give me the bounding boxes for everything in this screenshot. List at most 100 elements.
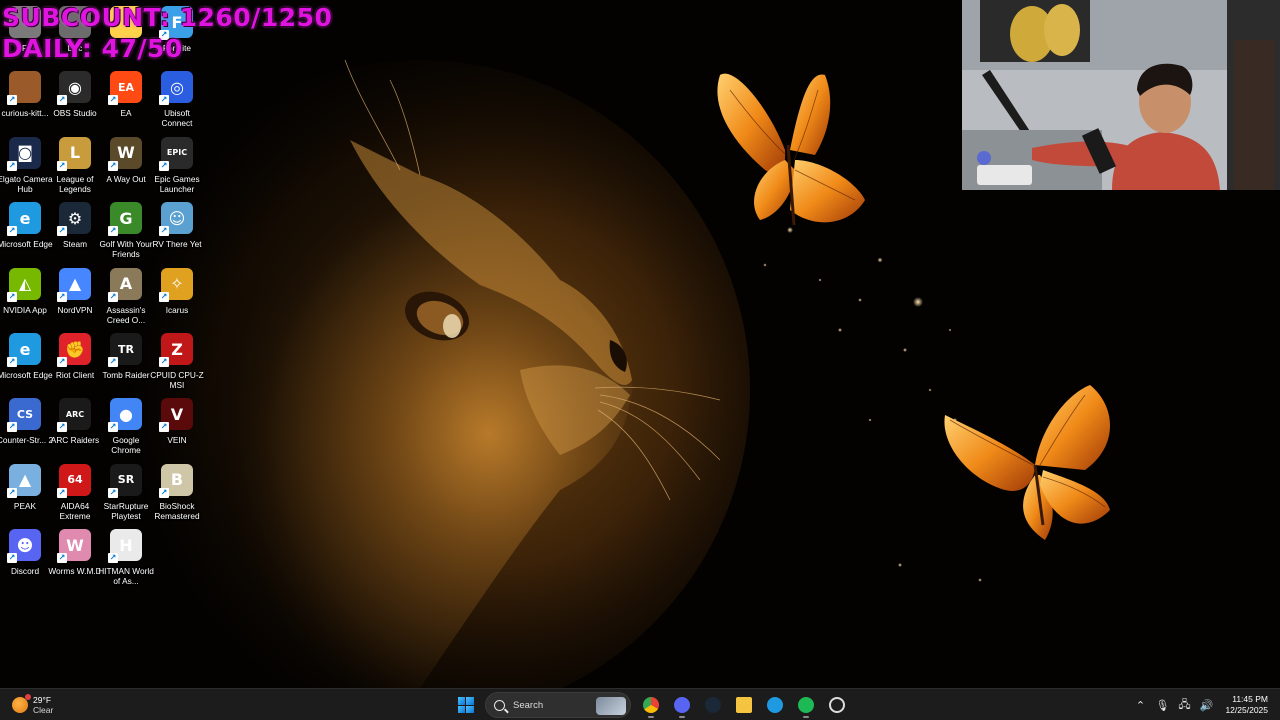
webcam-overlay [962,0,1280,190]
desktop-icon-label: Riot Client [55,370,95,380]
desktop-icon-label: A Way Out [106,173,146,184]
counter-strike-icon: CS ↗ [7,398,41,433]
discord-icon: ☻ ↗ [7,529,41,564]
shortcut-arrow-icon: ↗ [159,160,169,171]
weather-widget[interactable]: 29°F Clear [12,693,53,717]
desktop-icon[interactable]: ☺ ↗ RV There Yet [150,202,204,249]
desktop-icon[interactable]: V ↗ VEIN [150,398,204,445]
edge-icon [766,697,783,713]
shortcut-arrow-icon: ↗ [57,160,67,171]
taskbar-spotify-button[interactable] [793,692,819,718]
desktop-icon[interactable]: ✧ ↗ Icarus [150,267,204,315]
desktop-icon[interactable]: A ↗ Assassin's Creed O... [99,267,153,325]
desktop-icon[interactable]: e ↗ Microsoft Edge [0,202,53,249]
start-button[interactable] [453,692,479,718]
desktop-icon[interactable]: EA ↗ EA [99,71,153,118]
clock-date: 12/25/2025 [1225,705,1268,715]
desktop-icon[interactable]: TR ↗ Tomb Raider [99,333,153,380]
chrome-icon: ● ↗ [108,398,142,433]
rv-there-yet-icon: ☺ ↗ [159,202,193,237]
taskbar-steam-button[interactable] [700,692,726,718]
network-icon[interactable]: 🖧 [1173,694,1195,716]
ubisoft-icon: ◎ ↗ [159,71,193,106]
shortcut-arrow-icon: ↗ [159,487,169,498]
steam-icon: ⚙ ↗ [57,202,91,237]
taskbar-edge-button[interactable] [762,692,788,718]
desktop-icon-label: EA [120,108,132,119]
desktop-icon[interactable]: ⚙ ↗ Steam [48,202,102,249]
desktop-icon[interactable]: ↗ curious-kitt... [0,71,52,118]
shortcut-arrow-icon: ↗ [57,226,67,237]
taskbar-chrome-button[interactable] [638,692,664,718]
desktop-icon[interactable]: W ↗ A Way Out [99,136,153,184]
desktop-icon[interactable]: ◙ ↗ Elgato Camera Hub [0,136,53,194]
subcount-overlay: SUBCOUNT: 1260/1250 [2,3,333,32]
chevron-up-icon[interactable]: ⌃ [1129,694,1151,716]
desktop-icon[interactable]: G ↗ Golf With Your Friends [99,202,153,259]
clock-time: 11:45 PM [1232,694,1268,704]
shortcut-arrow-icon: ↗ [7,291,17,302]
system-tray: ⌃ 🎙 🖧 🔊 11:45 PM 12/25/2025 [1129,689,1280,720]
taskbar-clock[interactable]: 11:45 PM 12/25/2025 [1217,694,1280,716]
steam-icon [704,697,721,713]
desktop-icon[interactable]: ◎ ↗ Ubisoft Connect [150,71,204,128]
desktop-icon[interactable]: ARC ↗ ARC Raiders [48,398,102,445]
taskbar: 29°F Clear Search ⌃ 🎙 🖧 🔊 11:45 PM 12/25… [0,688,1280,720]
desktop-icon[interactable]: ◉ ↗ OBS Studio [48,71,102,118]
desktop-icon[interactable]: ☻ ↗ Discord [0,529,52,576]
search-icon [494,699,505,711]
desktop-icon-label: Worms W.M.D [48,566,102,577]
volume-icon[interactable]: 🔊 [1195,694,1217,716]
weather-temperature: 29°F [33,695,52,705]
epic-games-icon: EPIC ↗ [159,136,193,171]
desktop-icon[interactable]: ◭ ↗ NVIDIA App [0,267,52,315]
desktop-icon[interactable]: L ↗ League of Legends [48,136,102,194]
assassins-creed-icon: A ↗ [108,267,142,302]
shortcut-arrow-icon: ↗ [7,160,17,171]
desktop-icon[interactable]: W ↗ Worms W.M.D [48,529,102,576]
desktop-icon-label: Golf With Your Friends [99,239,153,260]
pinned-apps [635,692,852,718]
desktop-icon[interactable]: ● ↗ Google Chrome [99,398,153,455]
arc-raiders-icon: ARC ↗ [57,398,91,433]
desktop-icon-label: StarRupture Playtest [103,500,149,521]
spotify-icon [797,697,814,713]
microphone-icon[interactable]: 🎙 [1151,694,1173,716]
desktop-icon[interactable]: EPIC ↗ Epic Games Launcher [150,136,204,194]
taskbar-discord-button[interactable] [669,692,695,718]
desktop-icon[interactable]: ✊ ↗ Riot Client [48,333,102,380]
shortcut-arrow-icon: ↗ [7,95,17,106]
desktop-icon[interactable]: CS ↗ Counter-Str... 2 [0,398,53,445]
weather-condition: Clear [33,705,54,715]
desktop-icon-label: Steam [63,239,87,250]
obs-icon: ◉ ↗ [57,71,91,106]
shortcut-arrow-icon: ↗ [108,226,118,237]
taskbar-file-explorer-button[interactable] [731,692,757,718]
desktop-icon[interactable]: Z ↗ CPUID CPU-Z MSI [150,333,204,390]
desktop-icon-label: Ubisoft Connect [161,108,193,129]
desktop-icon[interactable]: ▲ ↗ PEAK [0,463,52,511]
shortcut-arrow-icon: ↗ [108,422,118,433]
desktop-icon-label: League of Legends [56,173,94,194]
shortcut-arrow-icon: ↗ [159,226,169,237]
riot-client-icon: ✊ ↗ [57,333,91,367]
shortcut-arrow-icon: ↗ [57,291,67,302]
desktop-icon[interactable]: 64 ↗ AIDA64 Extreme [48,463,102,521]
desktop-icon[interactable]: SR ↗ StarRupture Playtest [99,463,153,521]
taskbar-search-box[interactable]: Search [485,692,631,718]
desktop-icon[interactable]: B ↗ BioShock Remastered [150,463,204,521]
taskbar-obs-button[interactable] [824,692,850,718]
desktop-icon[interactable]: ▲ ↗ NordVPN [48,267,102,315]
vein-icon: V ↗ [159,398,193,433]
desktop-icon-label: HITMAN World of As... [98,566,154,587]
desktop-icon[interactable]: e ↗ Microsoft Edge [0,333,53,380]
shortcut-arrow-icon: ↗ [7,226,17,237]
shortcut-arrow-icon: ↗ [108,487,118,498]
desktop-icon[interactable]: H ↗ HITMAN World of As... [98,529,154,587]
a-way-out-icon: W ↗ [108,136,142,171]
cpuz-icon: Z ↗ [159,333,193,367]
shortcut-arrow-icon: ↗ [7,357,17,367]
desktop-icon-grid: R Dec F ↗ Fortnite ↗ curious-kitt... ◉ ↗ OBS Stud… [0,0,210,688]
shortcut-arrow-icon: ↗ [108,357,118,367]
starrupture-icon: SR ↗ [108,463,142,498]
